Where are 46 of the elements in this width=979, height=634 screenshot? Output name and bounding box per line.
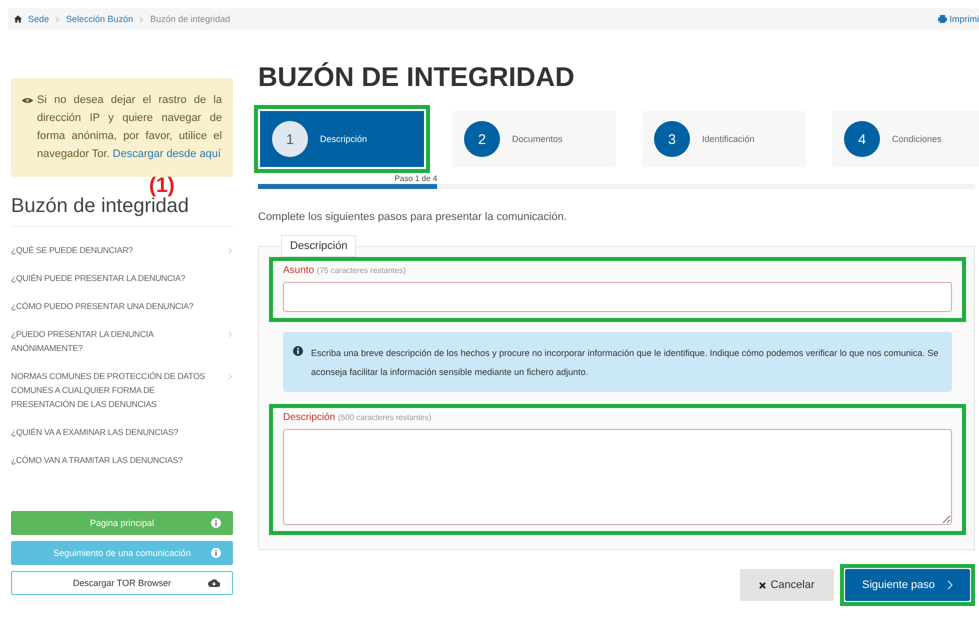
breadcrumb-link[interactable]: Selección Buzón <box>66 14 134 24</box>
subject-input[interactable] <box>283 282 952 312</box>
notice-text: Si no desea dejar el rastro de la dirección IP y quiere navegar de forma anónima, por favor, utilice el navegador Tor. Descargar desde aquí <box>37 93 222 162</box>
download-link[interactable]: Descargar desde aquí <box>112 148 221 160</box>
field-label: Descripción <box>283 412 336 423</box>
home-icon[interactable] <box>14 15 22 23</box>
breadcrumb-link[interactable]: Sede <box>28 14 50 24</box>
chevron-icon <box>228 331 233 338</box>
sidebar-menu-item[interactable]: ¿QUIÉN VA A EXAMINAR LAS DENUNCIAS? <box>11 425 233 439</box>
sidebar-menu-item[interactable]: ¿PUEDO PRESENTAR LA DENUNCIA ANÓNIMAMENTE? <box>11 327 233 355</box>
chevron-icon <box>228 373 233 380</box>
info-icon <box>211 518 221 528</box>
cloud-download-icon <box>208 578 220 588</box>
description-textarea[interactable] <box>283 429 952 525</box>
eye-icon <box>22 97 33 104</box>
step-tab[interactable]: 4 Condiciones <box>832 111 979 167</box>
field-hint: (75 caracteres restantes) <box>316 266 406 275</box>
sidebar-menu-item[interactable]: ¿CÓMO VAN A TRAMITAR LAS DENUNCIAS? <box>11 453 233 467</box>
info-icon <box>211 548 221 558</box>
info-text: Escriba una breve descripción de los hechos y procure no incorporar información que le identifique. Indique cómo podemos verificar lo que nos comunica. Se aconseja facilitar la información sensible mediante un fichero adjunto. <box>311 347 940 379</box>
cancel-button[interactable]: Cancelar <box>740 569 834 601</box>
separator-icon <box>55 16 60 22</box>
chevron-icon <box>228 247 233 254</box>
info-icon <box>293 346 303 356</box>
page-title: BUZÓN DE INTEGRIDAD <box>258 62 576 93</box>
field-label: Asunto <box>283 265 314 276</box>
close-icon <box>759 582 766 588</box>
fieldset-legend: Descripción <box>281 235 356 257</box>
annotation-label: (1) <box>149 174 175 198</box>
step-tab[interactable]: 2 Documentos <box>452 111 616 167</box>
field-hint: (500 caracteres restantes) <box>338 413 432 422</box>
sidebar-button[interactable]: Descargar TOR Browser <box>11 571 233 595</box>
chevron-icon <box>946 580 953 590</box>
print-link[interactable]: Imprimi <box>938 14 979 24</box>
sidebar-menu-item[interactable]: NORMAS COMUNES DE PROTECCIÓN DE DATOS COMUNES A CUALQUIER FORMA DE PRESENTACIÓN DE LAS DENUNCIAS <box>11 369 233 411</box>
sidebar-menu-item[interactable]: ¿QUIÉN PUEDE PRESENTAR LA DENUNCIA? <box>11 271 233 285</box>
intro-text: Complete los siguientes pasos para presentar la comunicación. <box>258 211 568 223</box>
breadcrumb-current: Buzón de integridad <box>150 14 230 24</box>
sidebar-menu-item[interactable]: ¿QUÉ SE PUEDE DENUNCIAR? <box>11 243 233 257</box>
sidebar-menu-item[interactable]: ¿CÓMO PUEDO PRESENTAR UNA DENUNCIA? <box>11 299 233 313</box>
next-step-button[interactable]: Siguiente paso <box>845 569 970 601</box>
step-tab[interactable]: 1 Descripción <box>260 111 424 167</box>
progress-label: Paso 1 de 4 <box>394 174 438 183</box>
sidebar-title: Buzón de integridad <box>11 195 233 227</box>
separator-icon <box>139 16 144 22</box>
step-tab[interactable]: 3 Identificación <box>642 111 806 167</box>
